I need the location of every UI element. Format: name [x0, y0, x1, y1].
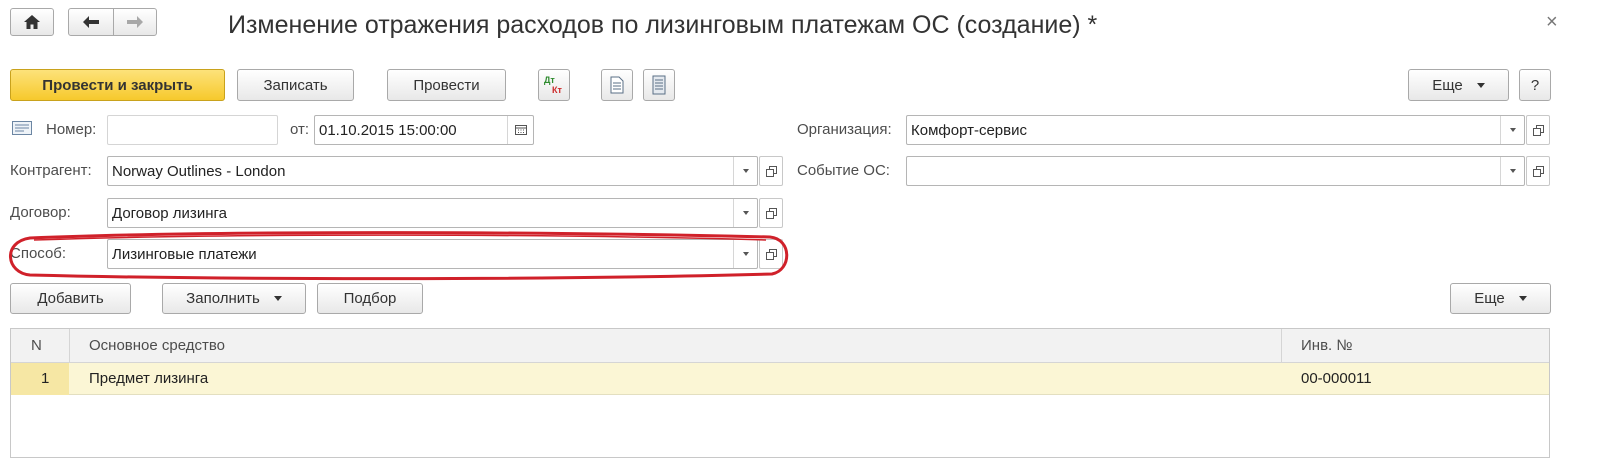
add-button[interactable]: Добавить — [10, 283, 131, 314]
calendar-icon — [514, 125, 527, 135]
page-title: Изменение отражения расходов по лизингов… — [228, 11, 1098, 39]
home-button[interactable] — [10, 8, 54, 36]
chevron-down-icon — [742, 169, 749, 173]
number-field[interactable] — [107, 115, 278, 145]
number-label: Номер: — [46, 121, 97, 138]
fill-label: Заполнить — [186, 290, 260, 307]
event-field[interactable] — [906, 156, 1525, 186]
contractor-label: Контрагент: — [10, 162, 92, 179]
table-more-button[interactable]: Еще — [1450, 283, 1551, 314]
forward-arrow-icon — [127, 16, 143, 28]
document-button[interactable] — [601, 69, 633, 101]
document-icon — [610, 76, 624, 94]
row-number: 1 — [41, 370, 50, 387]
date-label: от: — [290, 121, 310, 138]
chevron-down-icon — [1518, 296, 1527, 301]
event-open-button[interactable] — [1526, 156, 1550, 186]
column-header-asset[interactable]: Основное средство — [89, 329, 225, 363]
post-and-close-button[interactable]: Провести и закрыть — [10, 69, 225, 101]
highlight-ellipse — [9, 231, 789, 281]
forward-button[interactable] — [113, 8, 157, 36]
chevron-down-icon — [1509, 169, 1516, 173]
chevron-down-icon — [273, 296, 282, 301]
column-header-inv[interactable]: Инв. № — [1301, 329, 1352, 363]
open-icon — [765, 165, 777, 177]
contractor-field[interactable]: Norway Outlines - London — [107, 156, 758, 186]
contract-field[interactable]: Договор лизинга — [107, 198, 758, 228]
more-label: Еще — [1432, 76, 1463, 94]
contract-dropdown[interactable] — [733, 199, 757, 227]
open-icon — [1532, 124, 1544, 136]
event-dropdown[interactable] — [1500, 157, 1524, 185]
list-icon — [652, 75, 666, 95]
chevron-down-icon — [742, 211, 749, 215]
document-number-icon — [12, 121, 32, 135]
organization-open-button[interactable] — [1526, 115, 1550, 145]
table-more-label: Еще — [1474, 290, 1505, 307]
post-button[interactable]: Провести — [387, 69, 506, 101]
contract-open-button[interactable] — [759, 198, 783, 228]
organization-label: Организация: — [797, 121, 892, 138]
table-row[interactable]: 1 Предмет лизинга 00-000011 — [11, 363, 1549, 395]
open-icon — [1532, 165, 1544, 177]
save-button[interactable]: Записать — [237, 69, 354, 101]
contractor-dropdown[interactable] — [733, 157, 757, 185]
organization-dropdown[interactable] — [1500, 116, 1524, 144]
back-arrow-icon — [83, 16, 99, 28]
close-icon[interactable]: × — [1546, 10, 1558, 34]
open-icon — [765, 207, 777, 219]
event-label: Событие ОС: — [797, 162, 890, 179]
table-header: N Основное средство Инв. № — [11, 329, 1549, 363]
organization-field[interactable]: Комфорт-сервис — [906, 115, 1525, 145]
home-icon — [24, 15, 40, 29]
chevron-down-icon — [1476, 82, 1485, 88]
list-button[interactable] — [643, 69, 675, 101]
chevron-down-icon — [1509, 128, 1516, 132]
assets-table: N Основное средство Инв. № 1 Предмет лиз… — [10, 328, 1550, 458]
select-button[interactable]: Подбор — [317, 283, 423, 314]
back-button[interactable] — [68, 8, 114, 36]
more-button[interactable]: Еще — [1408, 69, 1509, 101]
contract-label: Договор: — [10, 204, 71, 221]
dt-kt-button[interactable]: Дт Кт — [538, 69, 570, 101]
calendar-button[interactable] — [507, 116, 533, 144]
row-asset: Предмет лизинга — [89, 370, 209, 387]
help-button[interactable]: ? — [1519, 69, 1551, 101]
contractor-open-button[interactable] — [759, 156, 783, 186]
date-field[interactable]: 01.10.2015 15:00:00 — [314, 115, 534, 145]
fill-button[interactable]: Заполнить — [162, 283, 306, 314]
column-header-n[interactable]: N — [31, 329, 42, 363]
row-inventory-number: 00-000011 — [1301, 370, 1372, 387]
dt-kt-icon: Дт Кт — [544, 75, 562, 95]
